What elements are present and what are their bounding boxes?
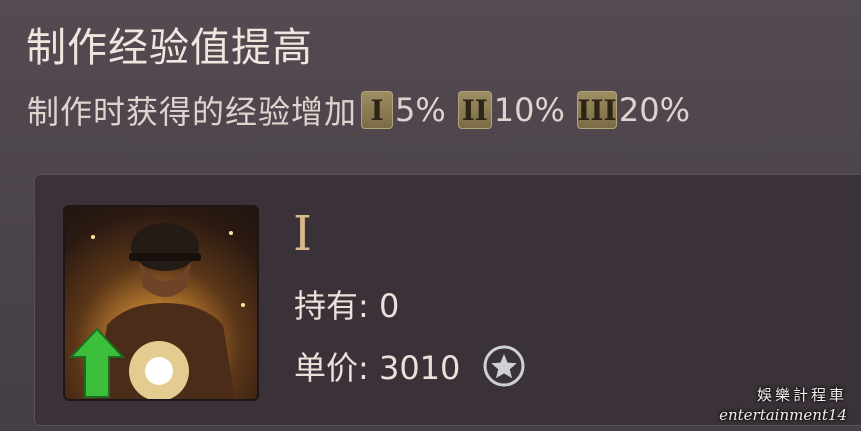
tier-2-value: 10% <box>493 91 565 129</box>
soldier-exp-boost-icon[interactable] <box>63 205 259 401</box>
tier-1-value: 5% <box>395 91 446 129</box>
sparkle <box>241 303 245 307</box>
skill-title: 制作经验值提高 <box>26 25 313 71</box>
tier-1-badge: I <box>361 91 394 129</box>
item-held-count: 持有: 0 <box>294 287 400 325</box>
skill-description-row: 制作时获得的经验增加 I 5% II 10% III 20% <box>27 86 698 134</box>
watermark: 娛樂計程車 entertainment14 <box>719 385 847 425</box>
helmet-brim <box>129 253 201 261</box>
item-price-row: 单价: 3010 <box>294 342 526 390</box>
helmet-shape <box>131 223 199 271</box>
tier-2-badge: II <box>457 91 492 129</box>
sparkle <box>229 231 233 235</box>
tier-3-value: 20% <box>618 91 691 129</box>
tier-3-badge: III <box>576 91 617 129</box>
item-price: 单价: 3010 <box>294 349 461 387</box>
watermark-cn: 娛樂計程車 <box>756 386 847 404</box>
watermark-en: entertainment14 <box>719 406 847 424</box>
skill-description: 制作时获得的经验增加 <box>27 93 358 131</box>
star-coin-icon[interactable] <box>482 344 526 388</box>
sparkle <box>91 235 95 239</box>
item-tier: I <box>293 206 312 262</box>
glow-core <box>145 357 173 385</box>
